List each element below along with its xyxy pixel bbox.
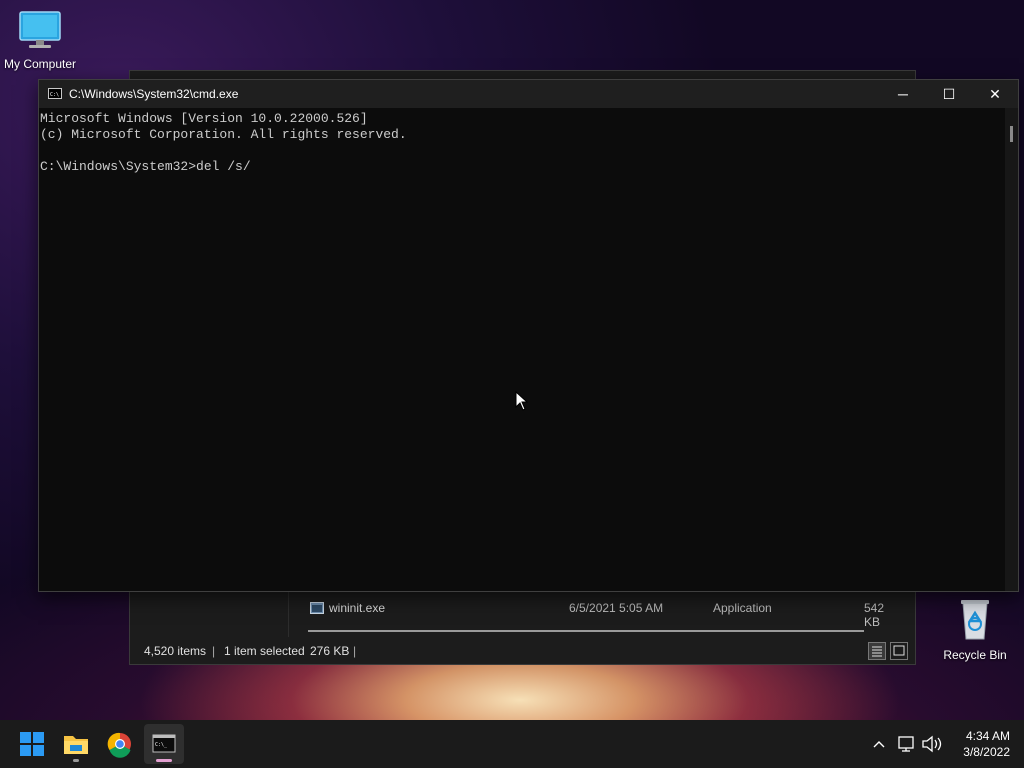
large-icons-view-icon (893, 645, 905, 656)
details-view-button[interactable] (868, 642, 886, 660)
file-explorer-icon (64, 736, 88, 754)
taskbar: C:\_ 4:34 AM 3/8/2022 (0, 720, 1024, 768)
large-icons-view-button[interactable] (890, 642, 908, 660)
application-icon (310, 602, 324, 614)
desktop-icon-recycle-bin[interactable]: Recycle Bin (935, 597, 1015, 662)
maximize-icon: ☐ (942, 86, 956, 102)
system-tray (862, 720, 952, 768)
status-bar: 4,520 items | 1 item selected 276 KB | (130, 639, 915, 663)
mouse-cursor-icon (515, 391, 529, 411)
status-divider: | (212, 644, 216, 658)
cmd-window-title: C:\Windows\System32\cmd.exe (69, 87, 239, 101)
minimize-button[interactable]: ─ (880, 80, 926, 108)
desktop-icon-label: My Computer (3, 57, 77, 71)
start-icon (20, 732, 44, 756)
maximize-button[interactable]: ☐ (926, 80, 972, 108)
details-view-icon (872, 646, 882, 657)
cmd-window[interactable]: C:\ C:\Windows\System32\cmd.exe ─ ☐ ✕ Mi… (38, 79, 1019, 592)
chevron-up-icon[interactable] (872, 720, 886, 768)
terminal-icon: C:\_ (152, 734, 176, 753)
file-name: wininit.exe (329, 601, 386, 615)
desktop-icon-label: Recycle Bin (943, 648, 1007, 662)
scrollbar-thumb[interactable] (1010, 126, 1013, 142)
clock-date: 3/8/2022 (963, 745, 1010, 759)
status-divider: | (353, 644, 357, 658)
volume-icon[interactable] (920, 720, 942, 768)
svg-text:C:\_: C:\_ (155, 742, 168, 748)
minimize-icon: ─ (898, 86, 908, 102)
clock-time: 4:34 AM (965, 729, 1010, 743)
item-count: 4,520 items (144, 644, 207, 658)
running-indicator (73, 759, 79, 762)
network-icon[interactable] (896, 720, 916, 768)
taskbar-clock[interactable]: 4:34 AM 3/8/2022 (963, 728, 1010, 760)
navigation-pane[interactable] (130, 591, 289, 637)
file-row[interactable]: wininit.exe 6/5/2021 5:05 AM Application… (308, 597, 903, 629)
file-date: 6/5/2021 5:05 AM (569, 601, 664, 615)
taskbar-terminal[interactable]: C:\_ (144, 724, 184, 764)
svg-text:C:\: C:\ (50, 92, 59, 98)
desktop-icon-my-computer[interactable]: My Computer (0, 10, 80, 71)
taskbar-file-explorer[interactable] (56, 724, 96, 764)
close-icon: ✕ (989, 86, 1001, 102)
start-button[interactable] (12, 724, 52, 764)
chrome-icon (107, 732, 131, 758)
console-output[interactable]: Microsoft Windows [Version 10.0.22000.52… (39, 108, 1005, 591)
file-size: 542 KB (864, 601, 885, 629)
active-indicator (156, 759, 172, 762)
file-type: Application (713, 601, 772, 615)
vertical-scrollbar[interactable] (1005, 108, 1018, 591)
selected-count: 1 item selected (224, 644, 305, 658)
cmd-app-icon: C:\ (48, 88, 62, 99)
taskbar-chrome[interactable] (100, 724, 140, 764)
close-button[interactable]: ✕ (972, 80, 1018, 108)
console-prompt-line[interactable]: C:\Windows\System32>del /s/ (40, 159, 1005, 175)
cmd-title-bar[interactable]: C:\ C:\Windows\System32\cmd.exe ─ ☐ ✕ (39, 80, 1018, 108)
console-line: (c) Microsoft Corporation. All rights re… (40, 127, 407, 142)
horizontal-scrollbar[interactable] (308, 630, 864, 632)
console-line: Microsoft Windows [Version 10.0.22000.52… (40, 111, 368, 126)
recycle-bin-icon (961, 600, 989, 640)
monitor-icon (19, 11, 61, 48)
selected-size: 276 KB (310, 644, 350, 658)
desktop: My Computer Recycle Bin wininit.exe 6/5/… (0, 0, 1024, 720)
